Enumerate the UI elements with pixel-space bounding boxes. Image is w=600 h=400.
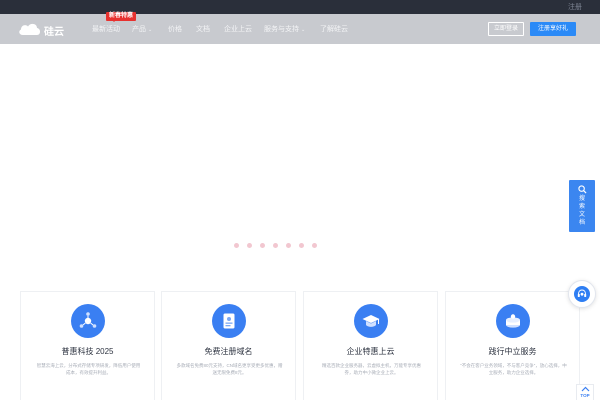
loading-indicator [234,243,324,249]
feature-card[interactable]: 免费注册域名 多款域名免费80元支持，CN域名更享受更多优惠，赠送无限免费8元。 [161,291,296,400]
loading-dot [312,243,317,248]
back-to-top-label: TOP [580,393,590,398]
nav-item-label: 文档 [196,26,210,33]
card-title: 企业特惠上云 [346,347,395,356]
nav-item-latest-activity[interactable]: 最新活动 [92,24,120,34]
customer-service-button[interactable] [568,280,596,308]
graduation-cap-icon [354,304,388,338]
feature-card[interactable]: 普惠科技 2025 智慧云海上云，分布式存储专项研发，降低用户使用成本，有效提升… [20,291,155,400]
feature-card[interactable]: 企业特惠上云 精选百款企业服务器，云虚拟主机，万能专享优惠券，助力中小微企业上云… [303,291,438,400]
card-description: 精选百款企业服务器，云虚拟主机，万能专享优惠券，助力中小微企业上云。 [322,363,421,375]
nav-item-label: 服务与支持 [264,26,299,33]
loading-dot [260,243,265,248]
logo[interactable]: 硅云 [18,19,68,39]
card-title: 践行中立服务 [488,347,537,356]
search-docs-char: 索 [578,204,585,210]
card-title: 免费注册域名 [204,347,253,356]
card-description: “不会在客户业务领域，不与客户竞争”，放心选择，中立服务，助力企业选择。 [460,363,567,375]
chevron-down-icon: ⌄ [148,27,153,33]
search-docs-char: 搜 [578,196,585,202]
headset-icon [577,289,587,297]
card-description: 智慧云海上云，分布式存储专项研发，降低用户使用成本，有效提升利益。 [36,363,141,375]
search-icon [578,185,587,194]
card-title: 普惠科技 2025 [61,347,114,356]
nav-item-about[interactable]: 了解硅云 [320,24,348,34]
stack-coins-icon [496,304,530,338]
loading-dot [234,243,239,248]
search-docs-char: 文 [578,212,585,218]
loading-dot [286,243,291,248]
hot-badge: 新春特惠 [106,12,137,22]
nav-item-label: 企业上云 [224,26,252,33]
customer-service-badge [574,286,590,302]
nav-item-products[interactable]: 产品 ⌄ [132,24,152,34]
nav-item-docs[interactable]: 文档 [196,24,210,34]
nav-item-label: 产品 [132,26,146,33]
arrow-up-icon [581,386,590,392]
loading-dot [273,243,278,248]
logo-text: 硅云 [44,27,64,38]
nav-item-label: 价格 [168,26,182,33]
nav-item-services[interactable]: 服务与支持 ⌄ [264,24,305,34]
search-docs-char: 档 [578,220,585,226]
chevron-down-icon: ⌄ [301,27,306,33]
nav-item-label: 了解硅云 [320,26,348,33]
loading-dot [247,243,252,248]
loading-dot [299,243,304,248]
search-docs-button[interactable]: 搜 索 文 档 [569,180,595,232]
network-icon [71,304,105,338]
nav-item-label: 最新活动 [92,26,120,33]
top-bar: 注册 [0,0,600,14]
back-to-top-button[interactable]: TOP [576,384,594,400]
search-docs-label: 搜 索 文 档 [569,195,595,227]
card-description: 多款域名免费80元支持，CN域名更享受更多优惠，赠送无限免费8元。 [176,363,283,375]
feature-card[interactable]: 践行中立服务 “不会在客户业务领域，不与客户竞争”，放心选择，中立服务，助力企业… [445,291,580,400]
nav-item-enterprise[interactable]: 企业上云 [224,24,252,34]
document-icon [212,304,246,338]
top-login-link[interactable]: 注册 [568,2,582,12]
register-button[interactable]: 注册享好礼 [530,22,576,36]
cloud-logo-icon [19,23,40,35]
login-button[interactable]: 立即登录 [488,22,524,36]
nav-item-pricing[interactable]: 价格 [168,24,182,34]
